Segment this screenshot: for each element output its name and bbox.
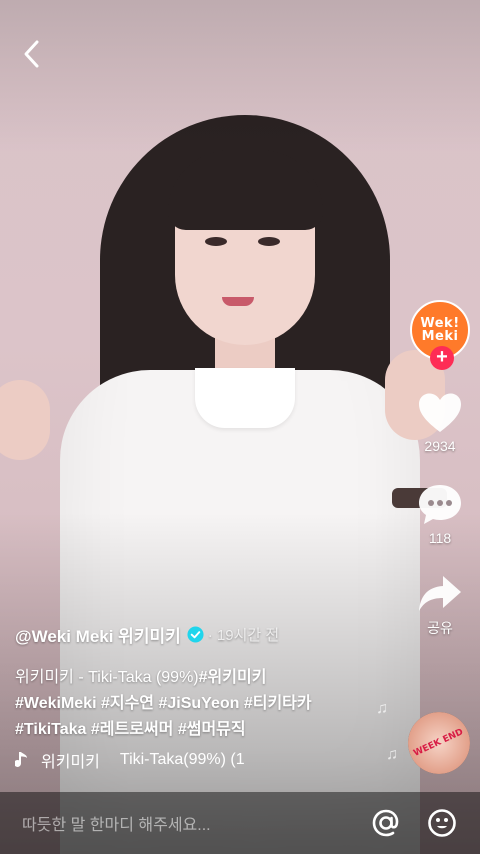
caption-text: 위키미키 - Tiki-Taka (99%) (15, 669, 199, 686)
post-caption: 위키미키 - Tiki-Taka (99%)#위키미키 #WekiMeki #지… (15, 665, 375, 743)
creator-logo-line2: Meki (421, 329, 459, 344)
comment-input[interactable]: 따듯한 말 한마디 해주세요... (22, 811, 370, 835)
emoji-button[interactable] (426, 807, 458, 839)
music-disc[interactable]: WEEK END (408, 712, 470, 774)
creator-avatar[interactable]: Wek! Meki + (410, 300, 470, 370)
comment-button[interactable]: 118 (417, 482, 463, 546)
chevron-left-icon (24, 40, 39, 68)
author-line: @Weki Meki 위키미키 · 19시간 전 (15, 622, 375, 647)
mention-button[interactable] (370, 807, 402, 839)
share-arrow-icon (419, 576, 461, 611)
music-disc-label: WEEK END (412, 726, 466, 759)
comment-count: 118 (428, 530, 452, 546)
comment-bubble-icon (419, 485, 461, 524)
heart-icon (419, 393, 461, 432)
action-rail: Wek! Meki + 2934 118 공유 (408, 300, 472, 638)
music-artist: 위키미키 (41, 754, 100, 771)
music-ticker[interactable]: 위키미키 Tiki-Taka(99%) (1 (15, 748, 265, 772)
at-sign-icon (372, 809, 399, 837)
like-button[interactable]: 2934 (417, 392, 463, 454)
caption-hashtag[interactable]: #위키미키 (199, 669, 267, 686)
like-count: 2934 (424, 438, 456, 454)
post-time: · 19시간 전 (207, 627, 280, 644)
follow-button[interactable]: + (430, 346, 454, 370)
back-button[interactable] (14, 36, 50, 72)
author-name[interactable]: @Weki Meki 위키미키 (15, 622, 181, 647)
music-note-icon (15, 752, 27, 767)
verified-badge-icon (187, 626, 204, 643)
post-info: @Weki Meki 위키미키 · 19시간 전 위키미키 - Tiki-Tak… (15, 622, 375, 743)
smiley-icon (428, 809, 456, 837)
caption-hashtags[interactable]: #WekiMeki #지수연 #JiSuYeon #티키타카 (15, 691, 375, 717)
floating-note-icon: ♫ (376, 700, 388, 717)
creator-logo: Wek! Meki (420, 317, 459, 343)
caption-line: 위키미키 - Tiki-Taka (99%)#위키미키 (15, 665, 375, 691)
floating-note-icon: ♫ (386, 746, 398, 763)
share-label: 공유 (427, 620, 453, 636)
comment-bar: 따듯한 말 한마디 해주세요... (0, 792, 480, 854)
share-button[interactable]: 공유 (417, 574, 463, 638)
music-title: Tiki-Taka(99%) (1 (119, 751, 245, 768)
caption-hashtags[interactable]: #TikiTaka #레트로써머 #썸머뮤직 (15, 717, 375, 743)
